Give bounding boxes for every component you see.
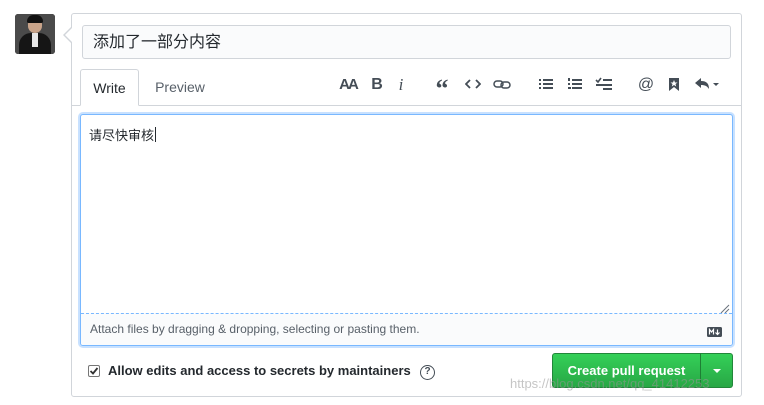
code-icon[interactable] xyxy=(463,74,483,96)
tab-write[interactable]: Write xyxy=(80,69,139,106)
avatar-hair xyxy=(27,15,43,23)
speech-arrow-inner xyxy=(65,28,72,42)
italic-icon[interactable]: i xyxy=(393,74,409,96)
allow-edits-label[interactable]: Allow edits and access to secrets by mai… xyxy=(108,363,411,378)
avatar-shirt xyxy=(32,33,38,47)
mention-icon[interactable]: @ xyxy=(636,74,656,96)
bullet-list-icon[interactable] xyxy=(536,74,556,96)
allow-edits-checkbox[interactable] xyxy=(88,365,100,377)
saved-reply-icon[interactable] xyxy=(665,74,683,96)
help-icon[interactable]: ? xyxy=(420,365,435,380)
numbered-list-icon[interactable] xyxy=(565,74,585,96)
task-list-icon[interactable] xyxy=(593,74,615,96)
comment-textarea[interactable]: 请尽快审核 Attach files by dragging & droppin… xyxy=(80,114,733,346)
title-input[interactable]: 添加了一部分内容 xyxy=(82,25,731,59)
text-caret xyxy=(155,127,157,142)
comment-text: 请尽快审核 xyxy=(89,127,157,146)
attach-hint: Attach files by dragging & dropping, sel… xyxy=(90,322,420,336)
tab-preview[interactable]: Preview xyxy=(148,69,212,106)
bold-icon[interactable]: B xyxy=(368,74,386,96)
resize-handle[interactable] xyxy=(720,301,730,314)
reply-arrow-icon[interactable] xyxy=(693,74,721,96)
file-attach-bar[interactable]: Attach files by dragging & dropping, sel… xyxy=(81,313,732,345)
watermark: https://blog.csdn.net/qq_41412253 xyxy=(510,376,710,391)
chevron-down-icon xyxy=(713,369,721,373)
header-icon[interactable]: AA xyxy=(337,74,359,96)
link-icon[interactable] xyxy=(491,74,513,96)
comment-value: 请尽快审核 xyxy=(89,129,155,144)
markdown-icon[interactable] xyxy=(707,324,722,337)
quote-icon[interactable]: “ xyxy=(432,74,452,103)
avatar[interactable] xyxy=(15,14,55,54)
